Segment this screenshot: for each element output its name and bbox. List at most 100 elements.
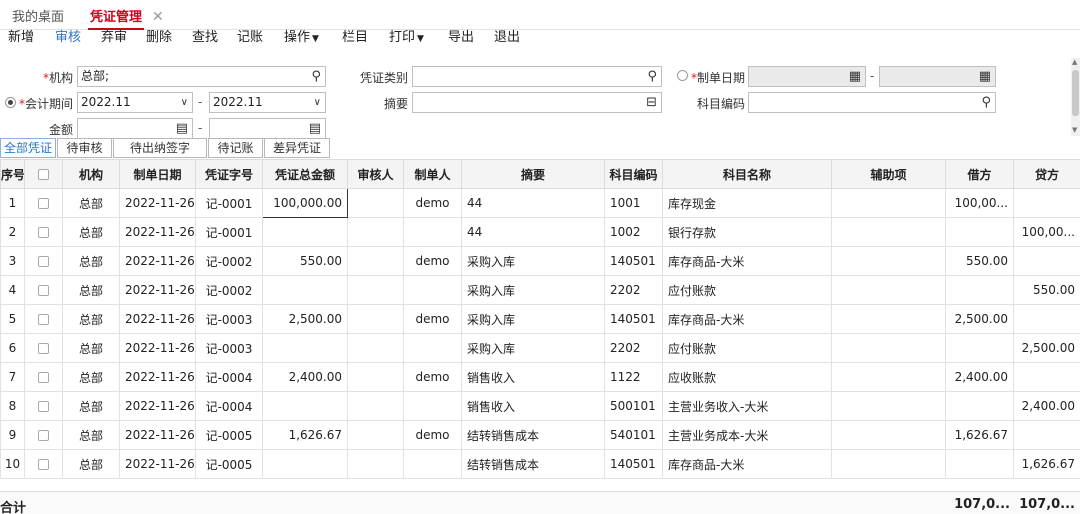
row-select[interactable] <box>24 275 63 305</box>
row-checkbox[interactable] <box>38 198 49 209</box>
row-select[interactable] <box>24 362 63 392</box>
col-header-org[interactable]: 机构 <box>62 159 120 189</box>
amount-from-field[interactable]: ▤ <box>77 118 193 139</box>
search-icon[interactable]: ⚲ <box>647 68 657 85</box>
row-total <box>262 333 348 363</box>
post-button[interactable]: 记账 <box>237 30 263 46</box>
col-header-account-name[interactable]: 科目名称 <box>662 159 832 189</box>
col-header-no[interactable]: 序号 <box>0 159 25 189</box>
delete-button[interactable]: 删除 <box>146 30 172 46</box>
exit-button[interactable]: 退出 <box>494 30 520 46</box>
row-checkbox[interactable] <box>38 256 49 267</box>
row-checkbox[interactable] <box>38 430 49 441</box>
search-icon[interactable]: ⚲ <box>981 94 991 111</box>
row-total[interactable]: 100,000.00 <box>262 188 348 218</box>
scroll-up-icon[interactable]: ▲ <box>1072 58 1077 66</box>
row-summary: 采购入库 <box>461 333 605 363</box>
calendar-icon[interactable]: ▦ <box>979 68 991 85</box>
filter-tab-difference[interactable]: 差异凭证 <box>264 138 330 158</box>
tab-my-desktop[interactable]: 我的桌面 <box>12 8 64 30</box>
col-header-select[interactable] <box>24 159 63 189</box>
filter-tab-all[interactable]: 全部凭证 <box>0 138 56 158</box>
row-date: 2022-11-26 <box>119 304 196 334</box>
search-icon[interactable]: ⚲ <box>311 68 321 85</box>
tab-voucher-management[interactable]: 凭证管理 <box>88 8 145 30</box>
period-from-select[interactable]: 2022.11 ∨ <box>77 92 193 113</box>
row-debit: 100,00... <box>945 188 1014 218</box>
row-checkbox[interactable] <box>38 401 49 412</box>
row-auditor <box>347 188 404 218</box>
row-select[interactable] <box>24 391 63 421</box>
row-aux <box>831 304 946 334</box>
export-button[interactable]: 导出 <box>448 30 474 46</box>
table-row[interactable]: 9 总部 2022-11-26 记-0005 1,626.67 demo 结转销… <box>0 420 1080 450</box>
col-header-auditor[interactable]: 审核人 <box>347 159 404 189</box>
col-header-maker[interactable]: 制单人 <box>403 159 462 189</box>
add-button[interactable]: 新增 <box>8 30 34 46</box>
col-header-total[interactable]: 凭证总金额 <box>262 159 348 189</box>
summary-field[interactable]: ⊟ <box>412 92 662 113</box>
row-checkbox[interactable] <box>38 285 49 296</box>
row-date: 2022-11-26 <box>119 246 196 276</box>
table-row[interactable]: 1 总部 2022-11-26 记-0001 100,000.00 demo 4… <box>0 188 1080 218</box>
table-row[interactable]: 7 总部 2022-11-26 记-0004 2,400.00 demo 销售收… <box>0 362 1080 392</box>
row-select[interactable] <box>24 188 63 218</box>
find-button[interactable]: 查找 <box>192 30 218 46</box>
print-menu[interactable]: 打印 ▼ <box>389 30 424 47</box>
select-all-checkbox[interactable] <box>38 169 49 180</box>
operations-menu[interactable]: 操作 ▼ <box>284 30 319 47</box>
row-checkbox[interactable] <box>38 459 49 470</box>
audit-button[interactable]: 审核 <box>55 30 81 46</box>
table-row[interactable]: 2 总部 2022-11-26 记-0001 44 1002 银行存款 100,… <box>0 217 1080 247</box>
org-field[interactable]: 总部; ⚲ <box>77 66 326 87</box>
col-header-debit[interactable]: 借方 <box>945 159 1014 189</box>
period-radio[interactable] <box>5 97 16 108</box>
filter-tab-pending-cashier[interactable]: 待出纳签字 <box>113 138 207 158</box>
col-header-date[interactable]: 制单日期 <box>119 159 196 189</box>
unaudit-button[interactable]: 弃审 <box>101 30 127 46</box>
col-header-account-code[interactable]: 科目编码 <box>604 159 663 189</box>
row-select[interactable] <box>24 333 63 363</box>
row-select[interactable] <box>24 420 63 450</box>
col-header-aux[interactable]: 辅助项 <box>831 159 946 189</box>
close-icon[interactable]: ✕ <box>152 9 164 25</box>
table-row[interactable]: 4 总部 2022-11-26 记-0002 采购入库 2202 应付账款 55… <box>0 275 1080 305</box>
col-header-voucher-no[interactable]: 凭证字号 <box>195 159 263 189</box>
row-checkbox[interactable] <box>38 227 49 238</box>
col-header-summary[interactable]: 摘要 <box>461 159 605 189</box>
form-scrollbar-thumb[interactable] <box>1072 70 1079 116</box>
filter-tab-pending-audit[interactable]: 待审核 <box>57 138 112 158</box>
account-code-field[interactable]: ⚲ <box>748 92 996 113</box>
scroll-down-icon[interactable]: ▼ <box>1072 126 1077 134</box>
col-header-credit[interactable]: 贷方 <box>1013 159 1080 189</box>
row-checkbox[interactable] <box>38 343 49 354</box>
lookup-icon[interactable]: ⊟ <box>646 94 657 111</box>
table-row[interactable]: 3 总部 2022-11-26 记-0002 550.00 demo 采购入库 … <box>0 246 1080 276</box>
row-checkbox[interactable] <box>38 314 49 325</box>
row-account-name: 应付账款 <box>662 333 832 363</box>
amount-to-field[interactable]: ▤ <box>209 118 326 139</box>
date-radio[interactable] <box>677 70 688 81</box>
row-select[interactable] <box>24 304 63 334</box>
date-from-field[interactable]: ▦ <box>748 66 866 87</box>
table-row[interactable]: 6 总部 2022-11-26 记-0003 采购入库 2202 应付账款 2,… <box>0 333 1080 363</box>
row-maker: demo <box>403 188 462 218</box>
row-date: 2022-11-26 <box>119 275 196 305</box>
calculator-icon[interactable]: ▤ <box>309 120 321 137</box>
period-to-value: 2022.11 <box>213 95 263 109</box>
calendar-icon[interactable]: ▦ <box>849 68 861 85</box>
row-checkbox[interactable] <box>38 372 49 383</box>
table-row[interactable]: 5 总部 2022-11-26 记-0003 2,500.00 demo 采购入… <box>0 304 1080 334</box>
table-row[interactable]: 8 总部 2022-11-26 记-0004 销售收入 500101 主营业务收… <box>0 391 1080 421</box>
row-select[interactable] <box>24 217 63 247</box>
row-date: 2022-11-26 <box>119 188 196 218</box>
calculator-icon[interactable]: ▤ <box>176 120 188 137</box>
row-select[interactable] <box>24 246 63 276</box>
table-row[interactable]: 10 总部 2022-11-26 记-0005 结转销售成本 140501 库存… <box>0 449 1080 479</box>
date-to-field[interactable]: ▦ <box>879 66 996 87</box>
row-select[interactable] <box>24 449 63 479</box>
period-to-select[interactable]: 2022.11 ∨ <box>209 92 326 113</box>
filter-tab-pending-post[interactable]: 待记账 <box>208 138 263 158</box>
columns-button[interactable]: 栏目 <box>342 30 368 46</box>
voucher-type-field[interactable]: ⚲ <box>412 66 662 87</box>
